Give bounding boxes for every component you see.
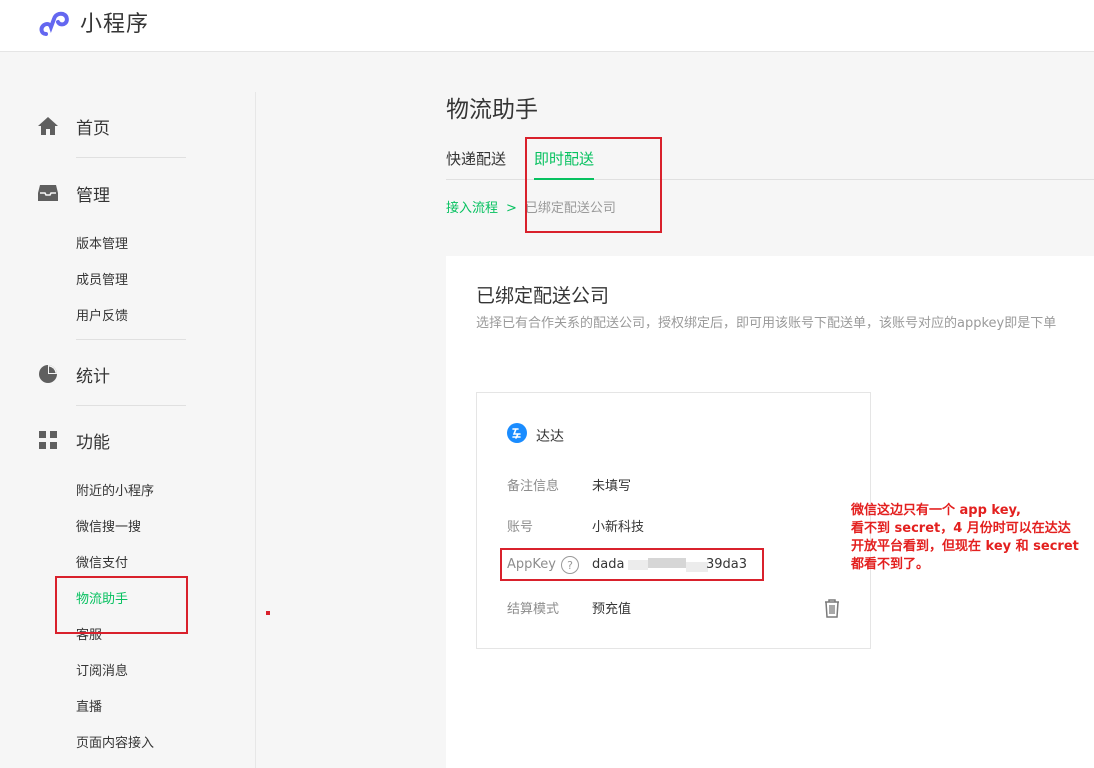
sidebar-item-features[interactable]: 功能 (36, 426, 186, 454)
app-title: 小程序 (80, 12, 150, 37)
sidebar-item-nearby-miniprogram[interactable]: 附近的小程序 (76, 480, 154, 499)
sidebar-item-live[interactable]: 直播 (76, 696, 102, 715)
sidebar-item-version-manage[interactable]: 版本管理 (76, 233, 128, 252)
annotation-line: 微信这边只有一个 app key, (851, 503, 1021, 518)
remark-value: 未填写 (592, 479, 632, 494)
tab-express-delivery[interactable]: 快递配送 (446, 148, 506, 180)
delete-trash-icon[interactable] (823, 598, 841, 618)
breadcrumb-separator: > (506, 201, 517, 216)
sidebar-item-wechat-pay[interactable]: 微信支付 (76, 552, 128, 571)
sidebar-stats-label: 统计 (76, 366, 110, 387)
red-dot-mark (266, 611, 270, 615)
annotation-line: 都看不到了。 (851, 557, 930, 572)
highlight-box-logistics (55, 576, 188, 634)
home-icon (36, 114, 60, 138)
card-title: 已绑定配送公司 (476, 285, 610, 307)
annotation-line: 开放平台看到，但现在 key 和 secret (851, 539, 1079, 554)
miniprogram-logo-icon[interactable] (38, 8, 72, 38)
sidebar-item-wechat-search[interactable]: 微信搜一搜 (76, 516, 141, 535)
remark-label: 备注信息 (507, 479, 560, 494)
top-bar: 小程序 (0, 0, 1094, 52)
page-title: 物流助手 (446, 97, 538, 123)
grid-icon (36, 428, 60, 452)
settlement-label: 结算模式 (507, 602, 560, 617)
card-description: 选择已有合作关系的配送公司，授权绑定后，即可用该账号下配送单，该账号对应的app… (476, 316, 1057, 331)
pie-chart-icon (36, 362, 60, 386)
sidebar-item-member-manage[interactable]: 成员管理 (76, 269, 128, 288)
sidebar-features-label: 功能 (76, 432, 110, 453)
sidebar-divider (76, 339, 186, 340)
highlight-box-appkey (500, 548, 764, 581)
breadcrumb-link[interactable]: 接入流程 (446, 201, 498, 216)
sidebar-item-page-content[interactable]: 页面内容接入 (76, 732, 154, 751)
sidebar-item-subscribe-message[interactable]: 订阅消息 (76, 660, 128, 679)
highlight-box-instant-tab (525, 137, 662, 233)
annotation-line: 看不到 secret，4 月份时可以在达达 (851, 521, 1071, 536)
account-label: 账号 (507, 520, 534, 535)
account-value: 小新科技 (592, 520, 645, 535)
annotation-note: 微信这边只有一个 app key, 看不到 secret，4 月份时可以在达达 … (851, 502, 1094, 574)
sidebar-manage-label: 管理 (76, 185, 110, 206)
sidebar-divider (76, 157, 186, 158)
sidebar-item-user-feedback[interactable]: 用户反馈 (76, 305, 128, 324)
settlement-value: 预充值 (592, 602, 632, 617)
inbox-icon (36, 181, 60, 205)
sidebar-item-home[interactable]: 首页 (36, 112, 186, 140)
sidebar-divider (76, 405, 186, 406)
sidebar-home-label: 首页 (76, 118, 110, 139)
sidebar-item-manage[interactable]: 管理 (36, 179, 186, 207)
dada-logo-icon (507, 423, 527, 443)
company-name: 达达 (536, 429, 564, 445)
sidebar-item-stats[interactable]: 统计 (36, 360, 186, 388)
